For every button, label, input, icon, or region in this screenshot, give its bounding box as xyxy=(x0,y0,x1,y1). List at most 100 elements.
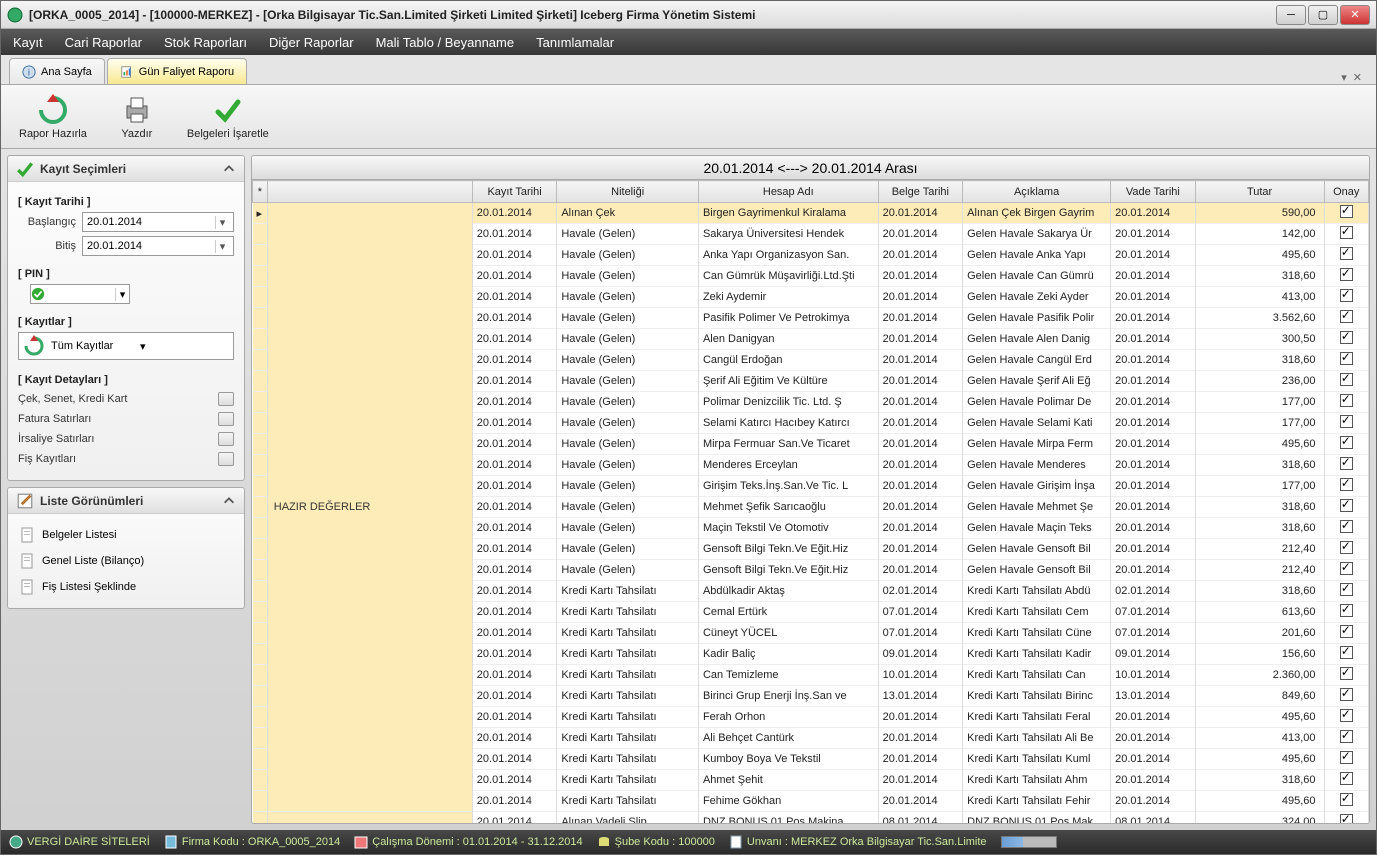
column-header[interactable]: Belge Tarihi xyxy=(878,181,963,203)
minimize-button[interactable]: ─ xyxy=(1276,5,1306,25)
tab-menu-icon[interactable]: ▾ xyxy=(1341,71,1347,84)
cell-onay[interactable] xyxy=(1324,497,1368,518)
pin-input[interactable]: ▾ xyxy=(30,284,130,304)
column-header[interactable]: Niteliği xyxy=(557,181,699,203)
kayitlar-select[interactable]: Tüm Kayıtlar ▾ xyxy=(18,332,234,360)
row-marker xyxy=(253,707,268,728)
cell-onay[interactable] xyxy=(1324,686,1368,707)
menu-kayit[interactable]: Kayıt xyxy=(13,35,43,50)
menu-stok-raporlari[interactable]: Stok Raporları xyxy=(164,35,247,50)
column-header[interactable]: Tutar xyxy=(1195,181,1324,203)
panel-header[interactable]: Kayıt Seçimleri xyxy=(8,156,244,182)
baslangic-input[interactable]: 20.01.2014▾ xyxy=(82,212,234,232)
cell-kt: 20.01.2014 xyxy=(472,770,557,791)
checkbox[interactable] xyxy=(218,412,234,426)
cell-nit: Alınan Çek xyxy=(557,203,699,224)
column-header[interactable] xyxy=(267,181,472,203)
cell-onay[interactable] xyxy=(1324,539,1368,560)
date-range-header: 20.01.2014 <---> 20.01.2014 Arası xyxy=(252,156,1369,180)
detay-checkbox-row[interactable]: Fatura Satırları xyxy=(18,412,234,426)
cell-vt: 20.01.2014 xyxy=(1111,728,1196,749)
status-vergi[interactable]: VERGİ DAİRE SİTELERİ xyxy=(9,835,150,849)
cell-onay[interactable] xyxy=(1324,770,1368,791)
cell-onay[interactable] xyxy=(1324,623,1368,644)
cell-onay[interactable] xyxy=(1324,434,1368,455)
menu-tanimlamalar[interactable]: Tanımlamalar xyxy=(536,35,614,50)
cell-onay[interactable] xyxy=(1324,665,1368,686)
cell-onay[interactable] xyxy=(1324,203,1368,224)
cell-tut: 590,00 xyxy=(1195,203,1324,224)
list-item-label: Belgeler Listesi xyxy=(42,529,117,541)
info-icon: i xyxy=(22,65,36,79)
detay-checkbox-row[interactable]: İrsaliye Satırları xyxy=(18,432,234,446)
cell-onay[interactable] xyxy=(1324,329,1368,350)
data-grid[interactable]: * Kayıt TarihiNiteliğiHesap AdıBelge Tari… xyxy=(252,180,1369,823)
cell-onay[interactable] xyxy=(1324,728,1368,749)
cell-hesap: Şerif Ali Eğitim Ve Kültüre xyxy=(698,371,878,392)
column-header[interactable]: Açıklama xyxy=(963,181,1111,203)
yazdir-button[interactable]: Yazdır xyxy=(115,90,159,144)
cell-onay[interactable] xyxy=(1324,476,1368,497)
tab-gun-faliyet[interactable]: Gün Faliyet Raporu xyxy=(107,58,247,84)
detay-checkbox-row[interactable]: Çek, Senet, Kredi Kart xyxy=(18,392,234,406)
column-header[interactable]: * xyxy=(253,181,268,203)
cell-onay[interactable] xyxy=(1324,308,1368,329)
cell-onay[interactable] xyxy=(1324,581,1368,602)
globe-icon xyxy=(9,835,23,849)
cell-nit: Havale (Gelen) xyxy=(557,266,699,287)
menu-cari-raporlar[interactable]: Cari Raporlar xyxy=(65,35,142,50)
checkbox[interactable] xyxy=(218,392,234,406)
cell-onay[interactable] xyxy=(1324,644,1368,665)
checkbox[interactable] xyxy=(218,452,234,466)
liste-item[interactable]: Belgeler Listesi xyxy=(18,522,234,548)
row-marker xyxy=(253,497,268,518)
cell-onay[interactable] xyxy=(1324,602,1368,623)
table-row[interactable]: TİCARİ ALICILAR20.01.2014Alınan Vadeli S… xyxy=(253,812,1369,824)
rapor-hazirla-button[interactable]: Rapor Hazırla xyxy=(13,90,93,144)
cell-onay[interactable] xyxy=(1324,518,1368,539)
cell-bt: 20.01.2014 xyxy=(878,287,963,308)
menu-diger-raporlar[interactable]: Diğer Raporlar xyxy=(269,35,354,50)
cell-onay[interactable] xyxy=(1324,245,1368,266)
cell-onay[interactable] xyxy=(1324,560,1368,581)
cell-vt: 20.01.2014 xyxy=(1111,224,1196,245)
cell-aci: Gelen Havale Pasifik Polir xyxy=(963,308,1111,329)
column-header[interactable]: Onay xyxy=(1324,181,1368,203)
maximize-button[interactable]: ▢ xyxy=(1308,5,1338,25)
cell-onay[interactable] xyxy=(1324,707,1368,728)
table-row[interactable]: ▸HAZIR DEĞERLER20.01.2014Alınan ÇekBirge… xyxy=(253,203,1369,224)
cell-kt: 20.01.2014 xyxy=(472,707,557,728)
liste-item[interactable]: Genel Liste (Bilanço) xyxy=(18,548,234,574)
column-header[interactable]: Kayıt Tarihi xyxy=(472,181,557,203)
menu-mali-tablo[interactable]: Mali Tablo / Beyanname xyxy=(376,35,515,50)
checkbox-icon xyxy=(1340,457,1353,470)
cell-onay[interactable] xyxy=(1324,350,1368,371)
cell-onay[interactable] xyxy=(1324,749,1368,770)
checkbox[interactable] xyxy=(218,432,234,446)
belgeleri-isaretle-button[interactable]: Belgeleri İşaretle xyxy=(181,90,275,144)
detay-checkbox-row[interactable]: Fiş Kayıtları xyxy=(18,452,234,466)
column-header[interactable]: Hesap Adı xyxy=(698,181,878,203)
cell-onay[interactable] xyxy=(1324,371,1368,392)
row-marker xyxy=(253,329,268,350)
cell-onay[interactable] xyxy=(1324,392,1368,413)
close-button[interactable]: ✕ xyxy=(1340,5,1370,25)
status-sube: Şube Kodu : 100000 xyxy=(597,835,715,849)
panel-header[interactable]: Liste Görünümleri xyxy=(8,488,244,514)
tab-ana-sayfa[interactable]: i Ana Sayfa xyxy=(9,58,105,84)
cell-onay[interactable] xyxy=(1324,413,1368,434)
cell-onay[interactable] xyxy=(1324,791,1368,812)
bitis-input[interactable]: 20.01.2014▾ xyxy=(82,236,234,256)
cell-onay[interactable] xyxy=(1324,455,1368,476)
cell-onay[interactable] xyxy=(1324,224,1368,245)
cell-onay[interactable] xyxy=(1324,287,1368,308)
cell-nit: Kredi Kartı Tahsilatı xyxy=(557,749,699,770)
cell-bt: 20.01.2014 xyxy=(878,728,963,749)
cell-kt: 20.01.2014 xyxy=(472,350,557,371)
checkbox-icon xyxy=(1340,688,1353,701)
cell-onay[interactable] xyxy=(1324,266,1368,287)
tab-close-icon[interactable]: ✕ xyxy=(1353,71,1362,84)
column-header[interactable]: Vade Tarihi xyxy=(1111,181,1196,203)
liste-item[interactable]: Fiş Listesi Şeklinde xyxy=(18,574,234,600)
cell-onay[interactable] xyxy=(1324,812,1368,824)
